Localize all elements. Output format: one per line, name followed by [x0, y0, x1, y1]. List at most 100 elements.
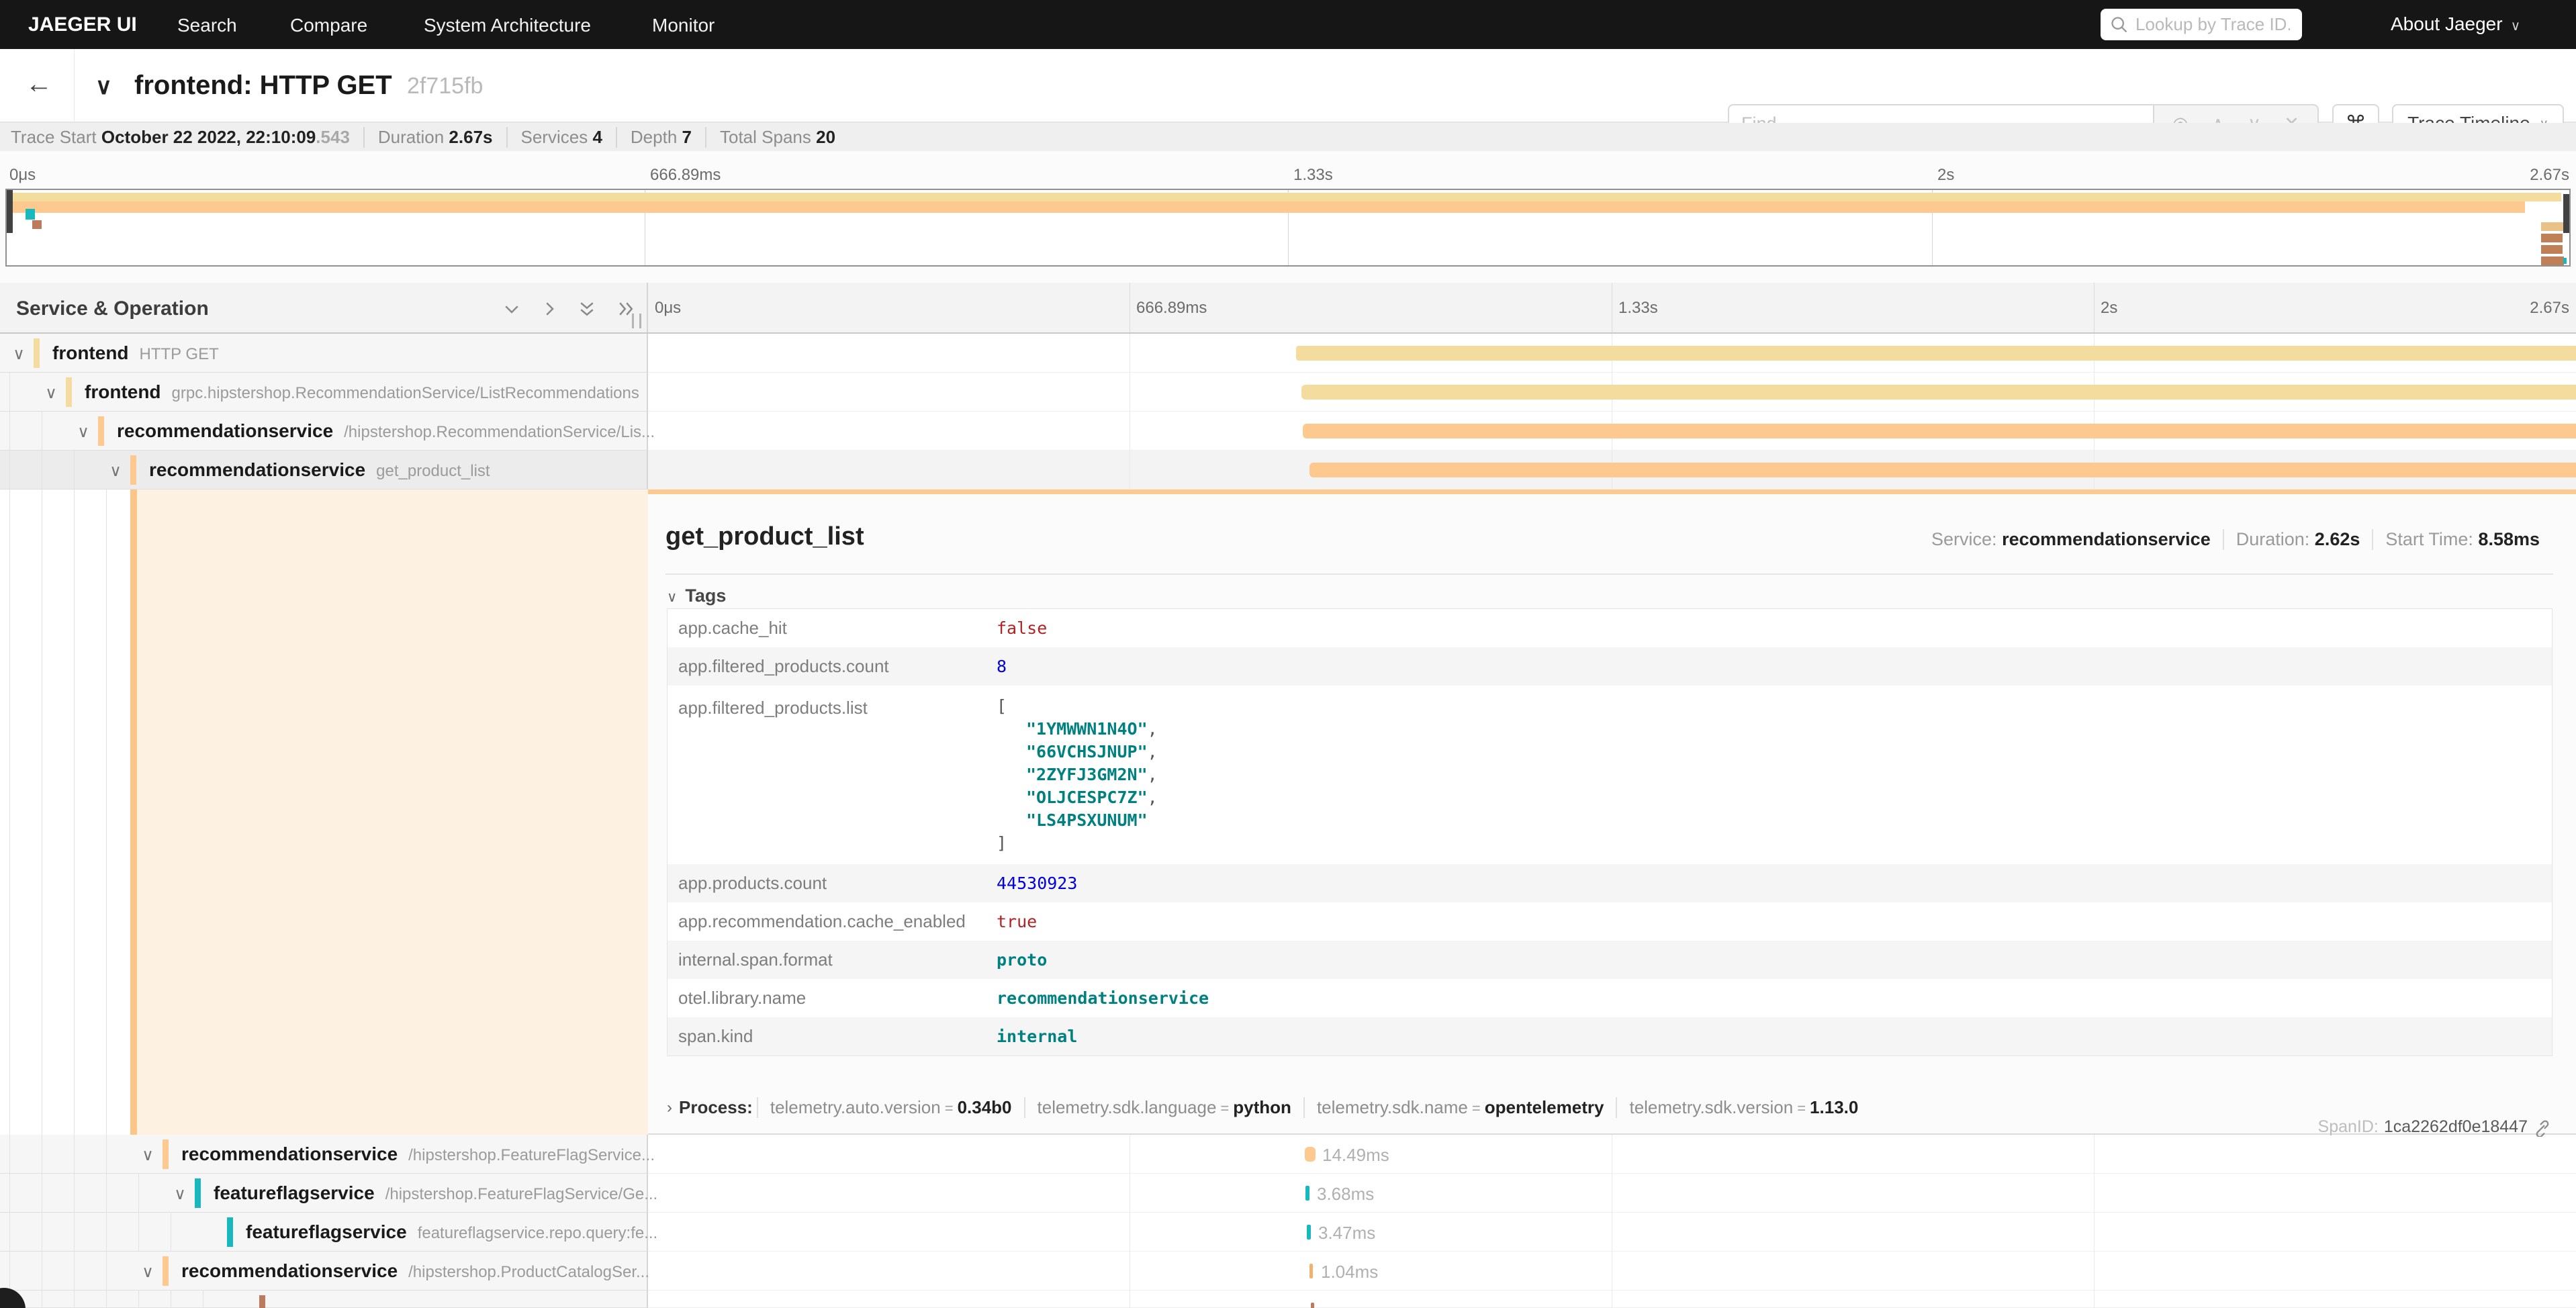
trace-start-value: October 22 2022, 22:10:09 — [101, 127, 316, 147]
expand-chevron-icon[interactable]: ∨ — [73, 422, 93, 442]
span-duration: 3.68ms — [1317, 1184, 1374, 1205]
trace-start-label: Trace Start — [11, 127, 97, 147]
service-name: frontend — [85, 381, 161, 402]
minimap-tick: 666.89ms — [650, 166, 721, 185]
nav-item-search[interactable]: Search — [177, 15, 237, 36]
tag-row[interactable]: app.recommendation.cache_enabled true — [668, 902, 2552, 941]
depth-label: Depth — [631, 127, 677, 147]
span-row[interactable]: ∨ recommendationservice/hipstershop.Reco… — [0, 412, 2576, 451]
timeline-tick: 666.89ms — [1136, 299, 1207, 318]
service-name: frontend — [52, 342, 129, 363]
column-resize-handle[interactable] — [632, 314, 641, 328]
span-row[interactable]: 3.47ms featureflagservice featureflagserv… — [0, 1213, 2576, 1252]
tag-row[interactable]: otel.library.name recommendationservice — [668, 979, 2552, 1017]
minimap-tick: 0μs — [9, 166, 36, 185]
span-color-bar — [130, 455, 136, 485]
span-duration: 3.47ms — [1318, 1223, 1375, 1244]
tags-section-toggle[interactable]: ∨Tags — [667, 586, 726, 606]
span-bar[interactable] — [1307, 1225, 1311, 1240]
duration-label: Duration — [378, 127, 444, 147]
back-button[interactable]: ← — [20, 69, 58, 103]
divider — [665, 573, 2553, 575]
operation-name: /hipstershop.RecommendationService/Lis..… — [344, 423, 655, 441]
span-row[interactable]: ∨ frontendgrpc.hipstershop.Recommendatio… — [0, 373, 2576, 412]
trace-header-bar: ← ∨ frontend: HTTP GET 2f715fb ◎ ∧ ∨ ✕ ⌘… — [0, 49, 2576, 123]
process-row[interactable]: › Process: telemetry.auto.version=0.34b0… — [667, 1097, 1870, 1118]
span-bar[interactable] — [1309, 463, 2576, 477]
collapse-one-icon[interactable] — [500, 299, 523, 319]
span-bar[interactable] — [1309, 1264, 1313, 1278]
expand-chevron-icon[interactable]: ∨ — [105, 461, 126, 481]
minimap-right-scrubber[interactable] — [2563, 194, 2569, 233]
trace-collapse-chevron-icon[interactable]: ∨ — [95, 73, 112, 100]
span-color-bar — [195, 1178, 201, 1208]
span-detail-panel: get_product_list Service: recommendation… — [648, 489, 2576, 1135]
span-row[interactable]: 14.49ms ∨ recommendationservice/hipsters… — [0, 1135, 2576, 1174]
tags-table: app.cache_hit false app.filtered_product… — [667, 608, 2552, 1056]
span-bar[interactable] — [1305, 1147, 1316, 1162]
duration-label: Duration: — [2236, 529, 2310, 549]
span-bar[interactable] — [1311, 1303, 1314, 1308]
timeline-tick: 1.33s — [1618, 299, 1658, 318]
tag-key: span.kind — [668, 1026, 997, 1047]
about-jaeger-menu[interactable]: About Jaeger∨ — [2391, 13, 2520, 35]
tag-row[interactable]: app.filtered_products.count 8 — [668, 647, 2552, 686]
expand-chevron-icon[interactable]: ∨ — [9, 344, 29, 364]
jaeger-logo[interactable]: JAEGER UI — [28, 13, 137, 36]
service-name: featureflagservice — [214, 1182, 375, 1203]
link-icon[interactable] — [2533, 1118, 2552, 1137]
tag-value-json: [ "1YMWWN1N4O", "66VCHSJNUP", "2ZYFJ3GM2… — [997, 695, 1158, 855]
tag-row[interactable]: internal.span.format proto — [668, 941, 2552, 979]
nav-item-monitor[interactable]: Monitor — [652, 15, 715, 36]
service-name: featureflagservice — [246, 1221, 407, 1242]
tag-row[interactable]: app.filtered_products.list [ "1YMWWN1N4O… — [668, 686, 2552, 864]
span-color-bar — [98, 416, 104, 446]
tag-value: 8 — [997, 657, 1007, 676]
timeline-tick: 2.67s — [2530, 299, 2569, 318]
span-color-bar — [34, 338, 40, 368]
expand-chevron-icon[interactable]: ∨ — [41, 383, 61, 403]
total-spans-label: Total Spans — [720, 127, 811, 147]
minimap-canvas[interactable] — [5, 189, 2571, 267]
duration-value: 2.62s — [2315, 529, 2360, 549]
span-bar[interactable] — [1305, 1186, 1309, 1201]
services-label: Services — [521, 127, 588, 147]
total-spans-value: 20 — [816, 127, 835, 147]
tag-row[interactable]: app.cache_hit false — [668, 609, 2552, 647]
divider — [74, 49, 75, 123]
tag-row[interactable]: app.products.count 44530923 — [668, 864, 2552, 902]
nav-item-system-architecture[interactable]: System Architecture — [424, 15, 591, 36]
minimap-span-bar — [2541, 256, 2564, 265]
minimap-tick: 2.67s — [2530, 166, 2569, 185]
minimap-span-bar — [2563, 258, 2567, 264]
span-rows-top: ∨ frontendHTTP GET ∨ frontendgrpc.hipste… — [0, 334, 2576, 489]
span-detail-title: get_product_list — [665, 522, 864, 551]
minimap-span-bar — [2541, 222, 2564, 231]
span-row-partial[interactable] — [0, 1291, 2576, 1308]
trace-lookup-box — [2101, 9, 2302, 40]
span-row[interactable]: ∨ frontendHTTP GET — [0, 334, 2576, 373]
nav-item-compare[interactable]: Compare — [290, 15, 367, 36]
trace-lookup-input[interactable] — [2135, 14, 2290, 35]
expand-chevron-icon[interactable]: ∨ — [170, 1184, 190, 1204]
span-bar[interactable] — [1301, 385, 2576, 400]
span-row-selected[interactable]: 2.62s ∨ recommendationserviceget_product… — [0, 451, 2576, 489]
process-label: Process: — [679, 1097, 753, 1118]
expand-one-icon[interactable] — [539, 299, 559, 319]
span-bar[interactable] — [1303, 424, 2576, 438]
minimap-left-scrubber[interactable] — [7, 190, 13, 233]
span-row[interactable]: 3.68ms ∨ featureflagservice/hipstershop.… — [0, 1174, 2576, 1213]
expand-chevron-icon[interactable]: ∨ — [138, 1146, 158, 1165]
service-name: recommendationservice — [181, 1260, 398, 1281]
minimap-span-bar — [32, 220, 42, 229]
minimap-tick: 1.33s — [1293, 166, 1333, 185]
span-bar[interactable] — [1296, 346, 2576, 361]
trace-title: frontend: HTTP GET — [134, 71, 392, 101]
expand-chevron-icon[interactable]: ∨ — [138, 1262, 158, 1282]
chevron-down-icon: ∨ — [667, 590, 677, 605]
collapse-all-icon[interactable] — [576, 299, 598, 319]
tag-row[interactable]: span.kind internal — [668, 1017, 2552, 1056]
operation-name: featureflagservice.repo.query:fe... — [418, 1224, 658, 1242]
span-row[interactable]: 1.04ms ∨ recommendationservice/hipstersh… — [0, 1252, 2576, 1291]
tag-value: true — [997, 912, 1037, 931]
